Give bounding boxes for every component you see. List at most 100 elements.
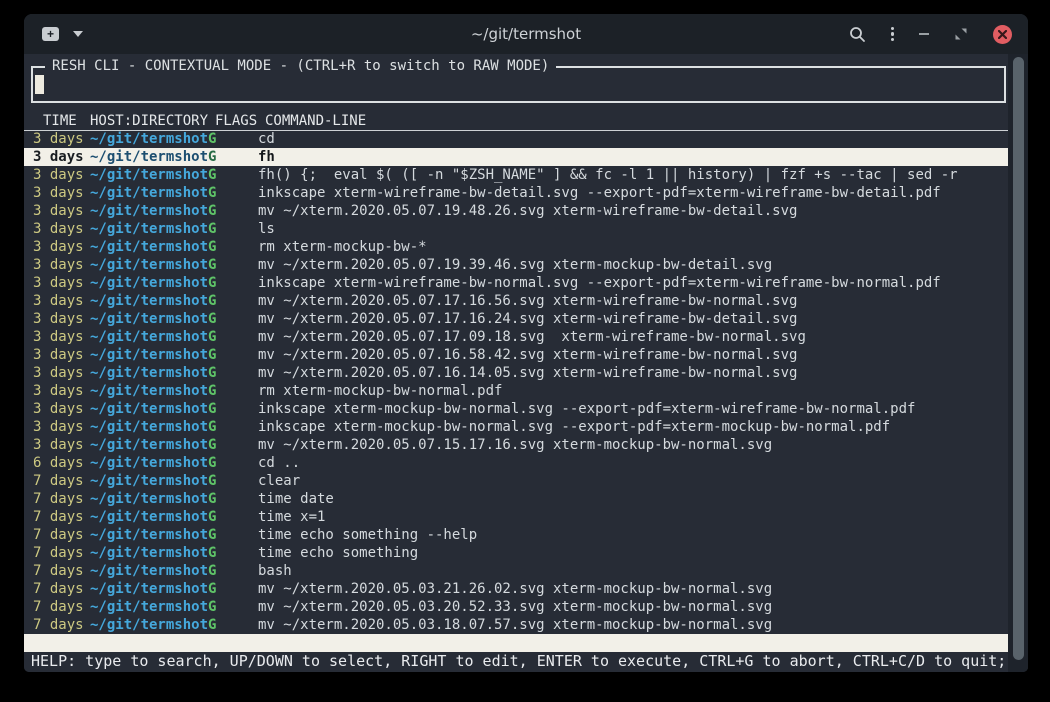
row-host-directory: ~/git/termshot [90,544,208,562]
row-command: clear [258,472,1008,490]
history-row[interactable]: 3 days~/git/termshotGinkscape xterm-wire… [24,184,1008,202]
history-row[interactable]: 3 days~/git/termshotGmv ~/xterm.2020.05.… [24,346,1008,364]
history-row[interactable]: 7 days~/git/termshotGbash [24,562,1008,580]
history-row[interactable]: 7 days~/git/termshotGmv ~/xterm.2020.05.… [24,580,1008,598]
close-icon [993,25,1012,44]
row-time: 3 days [33,274,90,292]
text-cursor [35,75,44,94]
history-row[interactable]: 3 days~/git/termshotGinkscape xterm-mock… [24,400,1008,418]
row-host-directory: ~/git/termshot [90,166,208,184]
history-row[interactable]: 7 days~/git/termshotGtime echo something [24,544,1008,562]
row-command: mv ~/xterm.2020.05.07.17.16.24.svg xterm… [258,310,1008,328]
row-host-directory: ~/git/termshot [90,436,208,454]
row-flags: G [208,400,258,418]
row-command: mv ~/xterm.2020.05.03.18.07.57.svg xterm… [258,616,1008,634]
history-row[interactable]: 3 days~/git/termshotGcd [24,130,1008,148]
row-flags: G [208,508,258,526]
history-row[interactable]: 3 days~/git/termshotGinkscape xterm-wire… [24,274,1008,292]
row-command: inkscape xterm-mockup-bw-normal.svg --ex… [258,400,1008,418]
row-time: 3 days [33,364,90,382]
header-command-line: COMMAND-LINE [258,112,1008,130]
row-flags: G [208,238,258,256]
row-flags: G [208,256,258,274]
close-button[interactable] [993,25,1012,44]
row-command: fh() {; eval $( ([ -n "$ZSH_NAME" ] && f… [258,166,1008,184]
row-time: 7 days [33,580,90,598]
row-host-directory: ~/git/termshot [90,472,208,490]
terminal-content: RESH CLI - CONTEXTUAL MODE - (CTRL+R to … [24,54,1028,672]
history-row[interactable]: 3 days~/git/termshotGmv ~/xterm.2020.05.… [24,328,1008,346]
row-time: 7 days [33,508,90,526]
history-row[interactable]: 7 days~/git/termshotGtime echo something… [24,526,1008,544]
row-host-directory: ~/git/termshot [90,508,208,526]
row-host-directory: ~/git/termshot [90,256,208,274]
history-row[interactable]: 3 days~/git/termshotGmv ~/xterm.2020.05.… [24,256,1008,274]
history-row[interactable]: 3 days~/git/termshotGmv ~/xterm.2020.05.… [24,202,1008,220]
row-host-directory: ~/git/termshot [90,202,208,220]
row-host-directory: ~/git/termshot [90,616,208,634]
row-flags: G [208,544,258,562]
tab-dropdown-button[interactable] [73,31,83,37]
history-header: TIME HOST:DIRECTORY FLAGS COMMAND-LINE [24,112,1008,131]
row-flags: G [208,580,258,598]
row-flags: G [208,202,258,220]
row-time: 3 days [33,328,90,346]
row-time: 3 days [33,220,90,238]
row-flags: G [208,562,258,580]
search-icon [849,26,866,43]
history-row[interactable]: 7 days~/git/termshotGtime date [24,490,1008,508]
history-row[interactable]: 7 days~/git/termshotGtime x=1 [24,508,1008,526]
row-time: 7 days [33,544,90,562]
menu-button[interactable] [891,27,894,42]
row-flags: G [208,472,258,490]
row-host-directory: ~/git/termshot [90,310,208,328]
history-row[interactable]: 7 days~/git/termshotGmv ~/xterm.2020.05.… [24,598,1008,616]
minimize-button[interactable] [919,33,929,35]
scrollbar-thumb[interactable] [1013,57,1024,660]
history-row[interactable]: 3 days~/git/termshotGrm xterm-mockup-bw-… [24,382,1008,400]
scrollbar [1008,54,1028,672]
row-host-directory: ~/git/termshot [90,130,208,148]
row-command: mv ~/xterm.2020.05.07.16.14.05.svg xterm… [258,364,1008,382]
history-row[interactable]: 3 days~/git/termshotGrm xterm-mockup-bw-… [24,238,1008,256]
row-host-directory: ~/git/termshot [90,148,208,166]
history-row[interactable]: 6 days~/git/termshotGcd .. [24,454,1008,472]
titlebar-left-controls: + [42,27,83,41]
row-command: mv ~/xterm.2020.05.03.21.26.02.svg xterm… [258,580,1008,598]
row-time: 7 days [33,472,90,490]
row-flags: G [208,220,258,238]
row-time: 7 days [33,616,90,634]
row-time: 3 days [33,202,90,220]
row-flags: G [208,310,258,328]
history-row[interactable]: 3 days~/git/termshotGfh() {; eval $( ([ … [24,166,1008,184]
row-command: time x=1 [258,508,1008,526]
history-row[interactable]: 3 days~/git/termshotGls [24,220,1008,238]
restore-icon [954,27,968,41]
history-row-selected[interactable]: 3 days~/git/termshotGfh [24,148,1008,166]
history-row[interactable]: 3 days~/git/termshotGinkscape xterm-mock… [24,418,1008,436]
history-row[interactable]: 7 days~/git/termshotGmv ~/xterm.2020.05.… [24,616,1008,634]
row-flags: G [208,274,258,292]
row-time: 7 days [33,562,90,580]
row-flags: G [208,364,258,382]
chevron-down-icon [73,31,83,37]
resh-search-box[interactable]: RESH CLI - CONTEXTUAL MODE - (CTRL+R to … [31,66,1006,103]
history-row[interactable]: 7 days~/git/termshotGclear [24,472,1008,490]
terminal-window: + ~/git/termshot [24,14,1028,672]
row-command: mv ~/xterm.2020.05.07.17.16.56.svg xterm… [258,292,1008,310]
row-flags: G [208,184,258,202]
row-time: 3 days [33,346,90,364]
history-row[interactable]: 3 days~/git/termshotGmv ~/xterm.2020.05.… [24,292,1008,310]
search-button[interactable] [849,26,866,43]
history-row[interactable]: 3 days~/git/termshotGmv ~/xterm.2020.05.… [24,364,1008,382]
help-bar: HELP: type to search, UP/DOWN to select,… [24,652,1008,672]
history-row[interactable]: 3 days~/git/termshotGmv ~/xterm.2020.05.… [24,310,1008,328]
row-command: mv ~/xterm.2020.05.07.17.09.18.svg xterm… [258,328,1008,346]
new-tab-button[interactable]: + [42,27,59,41]
restore-button[interactable] [954,27,968,41]
row-command: inkscape xterm-wireframe-bw-detail.svg -… [258,184,1008,202]
row-host-directory: ~/git/termshot [90,364,208,382]
row-command: fh [258,148,1008,166]
history-row[interactable]: 3 days~/git/termshotGmv ~/xterm.2020.05.… [24,436,1008,454]
row-command: time echo something --help [258,526,1008,544]
